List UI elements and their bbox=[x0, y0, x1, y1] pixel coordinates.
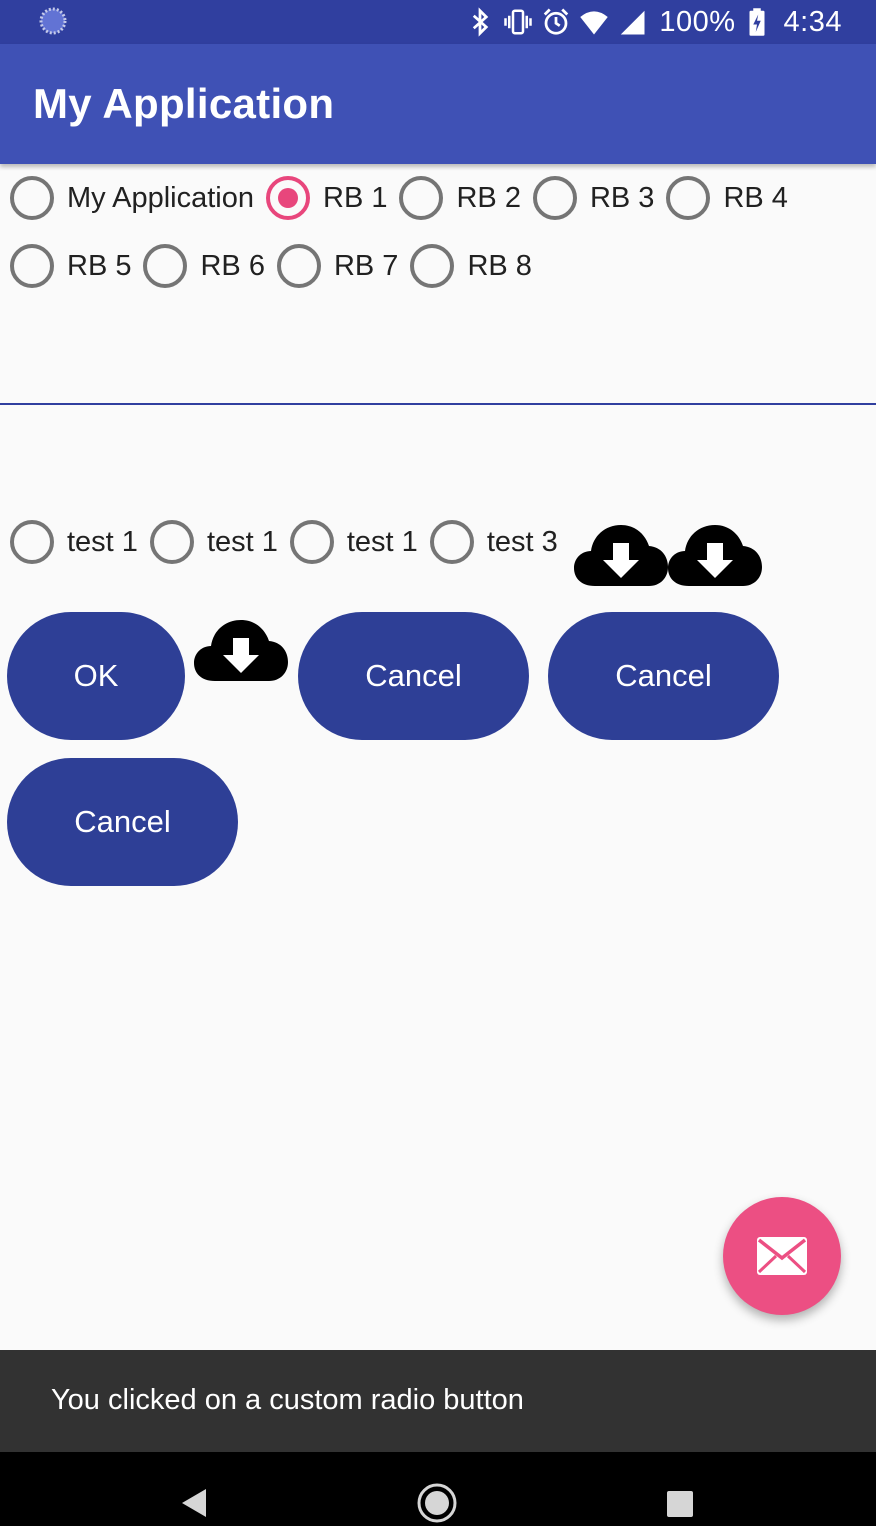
battery-percentage: 100% bbox=[659, 5, 736, 38]
radio-label: RB 3 bbox=[589, 181, 655, 214]
radio-label: RB 1 bbox=[323, 181, 388, 214]
radio-label: RB 5 bbox=[67, 249, 132, 282]
radio-circle bbox=[410, 244, 455, 288]
ok-button[interactable]: OK bbox=[7, 612, 185, 740]
battery-charging-icon bbox=[749, 8, 765, 36]
cancel-button[interactable]: Cancel bbox=[7, 758, 238, 886]
radio-rb-3[interactable]: RB 3 bbox=[532, 176, 655, 220]
radio-label: RB 6 bbox=[200, 249, 265, 282]
screen: 100% 4:34 My Application My Application … bbox=[0, 0, 876, 1526]
radio-rb-4[interactable]: RB 4 bbox=[666, 176, 788, 220]
radio-test-1c[interactable]: test 1 bbox=[289, 520, 418, 564]
radio-label: RB 2 bbox=[456, 181, 521, 214]
cancel-button[interactable]: Cancel bbox=[548, 612, 779, 740]
cloud-download-icon[interactable] bbox=[193, 617, 289, 683]
radio-circle bbox=[143, 244, 188, 288]
radio-circle bbox=[532, 176, 577, 220]
radio-group-2: test 1 test 1 test 1 test 3 bbox=[10, 520, 558, 564]
radio-label: My Application bbox=[67, 181, 254, 214]
status-bar: 100% 4:34 bbox=[0, 0, 876, 44]
radio-label: test 1 bbox=[67, 525, 138, 558]
radio-rb-6[interactable]: RB 6 bbox=[143, 244, 265, 288]
radio-circle bbox=[666, 176, 711, 220]
radio-test-1b[interactable]: test 1 bbox=[149, 520, 278, 564]
radio-rb-5[interactable]: RB 5 bbox=[10, 244, 131, 288]
back-icon[interactable] bbox=[180, 1487, 208, 1519]
navigation-bar bbox=[0, 1452, 876, 1526]
radio-my-application[interactable]: My Application bbox=[10, 176, 254, 220]
wifi-icon bbox=[580, 11, 609, 35]
radio-circle-checked bbox=[266, 176, 310, 220]
recents-icon[interactable] bbox=[666, 1490, 694, 1518]
radio-label: RB 4 bbox=[723, 181, 788, 214]
mail-fab-button[interactable] bbox=[723, 1197, 841, 1315]
radio-circle bbox=[289, 520, 334, 564]
snackbar-message: You clicked on a custom radio button bbox=[51, 1384, 524, 1416]
radio-circle bbox=[10, 176, 54, 220]
radio-circle bbox=[10, 244, 54, 288]
alarm-icon bbox=[544, 8, 569, 35]
mail-icon bbox=[757, 1237, 807, 1275]
radio-circle bbox=[399, 176, 444, 220]
radio-circle bbox=[429, 520, 474, 564]
clock: 4:34 bbox=[783, 5, 842, 38]
divider bbox=[0, 403, 876, 405]
app-title: My Application bbox=[33, 80, 335, 127]
radio-rb-8[interactable]: RB 8 bbox=[410, 244, 532, 288]
snackbar: You clicked on a custom radio button bbox=[0, 1350, 876, 1452]
cloud-download-icon[interactable] bbox=[667, 522, 763, 588]
radio-label: test 1 bbox=[206, 525, 278, 558]
loading-icon bbox=[39, 7, 67, 35]
radio-label: test 1 bbox=[346, 525, 418, 558]
bluetooth-icon bbox=[473, 7, 489, 37]
radio-circle bbox=[149, 520, 194, 564]
radio-circle bbox=[276, 244, 321, 288]
vibrate-icon bbox=[504, 9, 533, 35]
home-icon[interactable] bbox=[416, 1482, 458, 1524]
radio-rb-7[interactable]: RB 7 bbox=[276, 244, 399, 288]
radio-test-1a[interactable]: test 1 bbox=[10, 520, 138, 564]
radio-circle bbox=[10, 520, 54, 564]
radio-rb-1[interactable]: RB 1 bbox=[266, 176, 387, 220]
radio-group-row-1: My Application RB 1 RB 2 RB 3 RB 4 bbox=[10, 176, 800, 220]
cancel-button[interactable]: Cancel bbox=[298, 612, 529, 740]
radio-rb-2[interactable]: RB 2 bbox=[399, 176, 521, 220]
radio-label: RB 8 bbox=[467, 249, 532, 282]
app-bar: My Application bbox=[0, 44, 876, 164]
signal-icon bbox=[621, 10, 645, 35]
radio-label: test 3 bbox=[486, 525, 558, 558]
radio-label: RB 7 bbox=[333, 249, 399, 282]
status-icons: 100% 4:34 bbox=[457, 0, 842, 44]
radio-test-3[interactable]: test 3 bbox=[429, 520, 558, 564]
radio-group-row-2: RB 5 RB 6 RB 7 RB 8 bbox=[10, 244, 544, 288]
cloud-download-icon[interactable] bbox=[573, 522, 669, 588]
